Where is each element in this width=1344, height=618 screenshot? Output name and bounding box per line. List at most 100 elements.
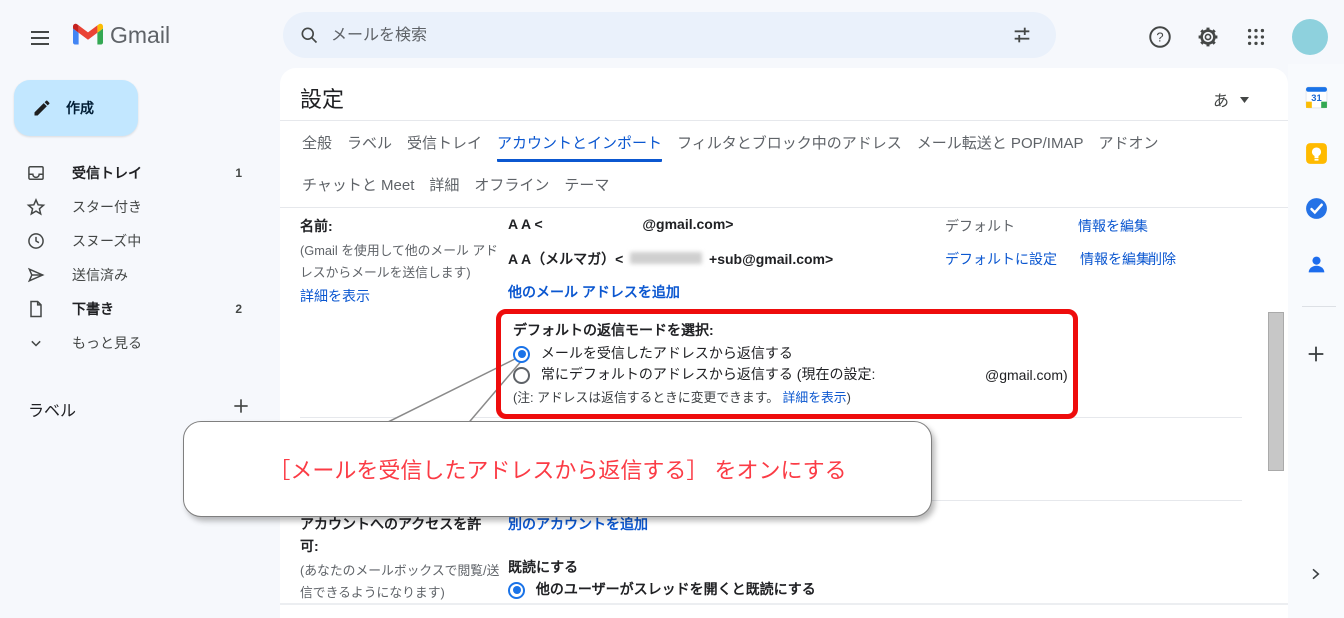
sidebar-item-snoozed[interactable]: スヌーズ中 <box>8 224 256 258</box>
radio-selected-icon[interactable] <box>508 582 525 599</box>
set-default-link[interactable]: デフォルトに設定 <box>945 249 1057 269</box>
search-bar[interactable] <box>283 12 1056 58</box>
show-details-link[interactable]: 詳細を表示 <box>783 390 847 405</box>
get-addons-icon[interactable] <box>1305 343 1327 370</box>
current-default-domain: @gmail.com) <box>985 367 1068 383</box>
address-row-1: A A < @gmail.com> <box>508 216 733 232</box>
tab-accounts-import[interactable]: アカウントとインポート <box>497 132 662 162</box>
annotation-text: ［メールを受信したアドレスから返信する］ をオンにする <box>268 453 846 485</box>
tab-offline[interactable]: オフライン <box>474 174 549 201</box>
help-icon[interactable]: ? <box>1147 24 1173 55</box>
edit-info-link-1[interactable]: 情報を編集 <box>1078 216 1148 236</box>
search-input[interactable] <box>329 12 993 60</box>
tab-labels[interactable]: ラベル <box>347 132 392 162</box>
sidebar-item-drafts[interactable]: 下書き 2 <box>8 292 256 326</box>
sidebar-item-label: 受信トレイ <box>72 163 235 183</box>
add-label-icon[interactable] <box>231 396 251 421</box>
address-row-2: A A（メルマガ）< +sub@gmail.com> <box>508 249 833 269</box>
access-note-line2: 信できるようになります) <box>300 582 445 601</box>
hamburger-menu-icon[interactable] <box>28 26 52 55</box>
name-note-line1: (Gmail を使用して他のメール アド <box>300 240 498 259</box>
app-title: Gmail <box>110 22 170 49</box>
radio-unselected-icon[interactable] <box>513 367 530 384</box>
keep-icon[interactable] <box>1304 141 1329 171</box>
labels-header: ラベル <box>28 397 76 421</box>
tab-themes[interactable]: テーマ <box>564 174 609 201</box>
pencil-icon <box>32 98 52 118</box>
radio-selected-icon[interactable] <box>513 346 530 363</box>
reply-mode-label: デフォルトの返信モードを選択: <box>513 320 714 340</box>
tab-chat-meet[interactable]: チャットと Meet <box>302 174 414 201</box>
redacted-email-blur <box>630 252 702 264</box>
access-label-line2: 可: <box>300 536 319 556</box>
tab-filters[interactable]: フィルタとブロック中のアドレス <box>677 132 902 162</box>
address1-name: A A < <box>508 216 543 232</box>
reply-mode-highlight-box: デフォルトの返信モードを選択: メールを受信したアドレスから返信する 常にデフォ… <box>496 309 1078 419</box>
tab-advanced[interactable]: 詳細 <box>429 174 459 201</box>
details-link[interactable]: 詳細を表示 <box>300 286 370 306</box>
sidebar-item-starred[interactable]: スター付き <box>8 190 256 224</box>
sidebar-item-label: スター付き <box>72 197 242 217</box>
tab-addons[interactable]: アドオン <box>1098 132 1158 162</box>
send-icon <box>26 265 46 285</box>
calendar-icon[interactable]: 31 <box>1304 85 1329 115</box>
add-address-link[interactable]: 他のメール アドレスを追加 <box>508 282 680 302</box>
apps-grid-icon[interactable] <box>1245 26 1267 53</box>
dropdown-arrow-icon <box>1240 90 1249 108</box>
reply-mode-option-1[interactable]: メールを受信したアドレスから返信する <box>513 343 793 363</box>
companion-sidebar: 31 <box>1288 64 1344 618</box>
input-tools-button[interactable]: あ <box>1213 87 1249 111</box>
reply-mode-option-2[interactable]: 常にデフォルトのアドレスから返信する (現在の設定: <box>513 364 875 384</box>
page-title: 設定 <box>300 82 344 114</box>
contacts-icon[interactable] <box>1304 252 1329 282</box>
calendar-day: 31 <box>1311 93 1321 103</box>
tab-inbox[interactable]: 受信トレイ <box>407 132 482 162</box>
collapse-panel-icon[interactable] <box>1307 566 1323 587</box>
unread-count: 1 <box>235 166 242 180</box>
mark-read-option[interactable]: 他のユーザーがスレッドを開くと既読にする <box>508 579 816 599</box>
access-note-line1: (あなたのメールボックスで閲覧/送 <box>300 560 499 579</box>
sidebar-item-label: 下書き <box>72 299 235 319</box>
inbox-icon <box>26 163 46 183</box>
address2-suffix: +sub@gmail.com> <box>709 251 833 267</box>
tab-general[interactable]: 全般 <box>302 132 332 162</box>
add-account-link[interactable]: 別のアカウントを追加 <box>508 514 648 534</box>
settings-tabs-row2: チャットと Meet 詳細 オフライン テーマ <box>302 174 609 201</box>
sidebar-item-inbox[interactable]: 受信トレイ 1 <box>8 156 256 190</box>
draft-count: 2 <box>235 302 242 316</box>
default-badge: デフォルト <box>945 216 1015 236</box>
sidebar-item-sent[interactable]: 送信済み <box>8 258 256 292</box>
svg-text:?: ? <box>1156 29 1163 44</box>
annotation-callout: ［メールを受信したアドレスから返信する］ をオンにする <box>183 421 932 517</box>
settings-gear-icon[interactable] <box>1196 25 1220 54</box>
draft-icon <box>26 299 46 319</box>
settings-tabs-row1: 全般 ラベル 受信トレイ アカウントとインポート フィルタとブロック中のアドレス… <box>302 132 1158 162</box>
sidebar-item-label: スヌーズ中 <box>72 231 242 251</box>
compose-button[interactable]: 作成 <box>14 80 138 136</box>
name-label: 名前: <box>300 216 333 236</box>
star-icon <box>26 197 46 217</box>
chevron-down-icon <box>26 333 46 353</box>
delete-link[interactable]: 削除 <box>1148 249 1176 269</box>
tab-forwarding[interactable]: メール転送と POP/IMAP <box>917 132 1084 162</box>
scrollbar-thumb[interactable] <box>1268 312 1284 471</box>
edit-info-link-2[interactable]: 情報を編集 <box>1080 249 1150 269</box>
search-options-icon[interactable] <box>1011 24 1033 51</box>
sidebar-item-label: 送信済み <box>72 265 242 285</box>
tasks-icon[interactable] <box>1304 196 1329 226</box>
mark-read-label: 既読にする <box>508 557 578 577</box>
reply-mode-note: (注: アドレスは返信するときに変更できます。 詳細を表示) <box>513 387 851 406</box>
name-note-line2: レスからメールを送信します) <box>300 262 471 281</box>
panel-divider <box>1302 306 1336 307</box>
gmail-logo-icon <box>73 23 103 51</box>
access-label-line1: アカウントへのアクセスを許 <box>300 514 481 534</box>
sidebar-item-label: もっと見る <box>72 333 242 353</box>
avatar[interactable] <box>1292 19 1328 55</box>
input-tools-label: あ <box>1213 93 1229 110</box>
top-bar: Gmail ? <box>0 0 1344 64</box>
search-icon[interactable] <box>299 25 319 50</box>
sidebar-item-more[interactable]: もっと見る <box>8 326 256 360</box>
settings-panel: 設定 あ 全般 ラベル 受信トレイ アカウントとインポート フィルタとブロック中… <box>280 68 1288 618</box>
address1-domain: @gmail.com> <box>642 216 733 232</box>
clock-icon <box>26 231 46 251</box>
